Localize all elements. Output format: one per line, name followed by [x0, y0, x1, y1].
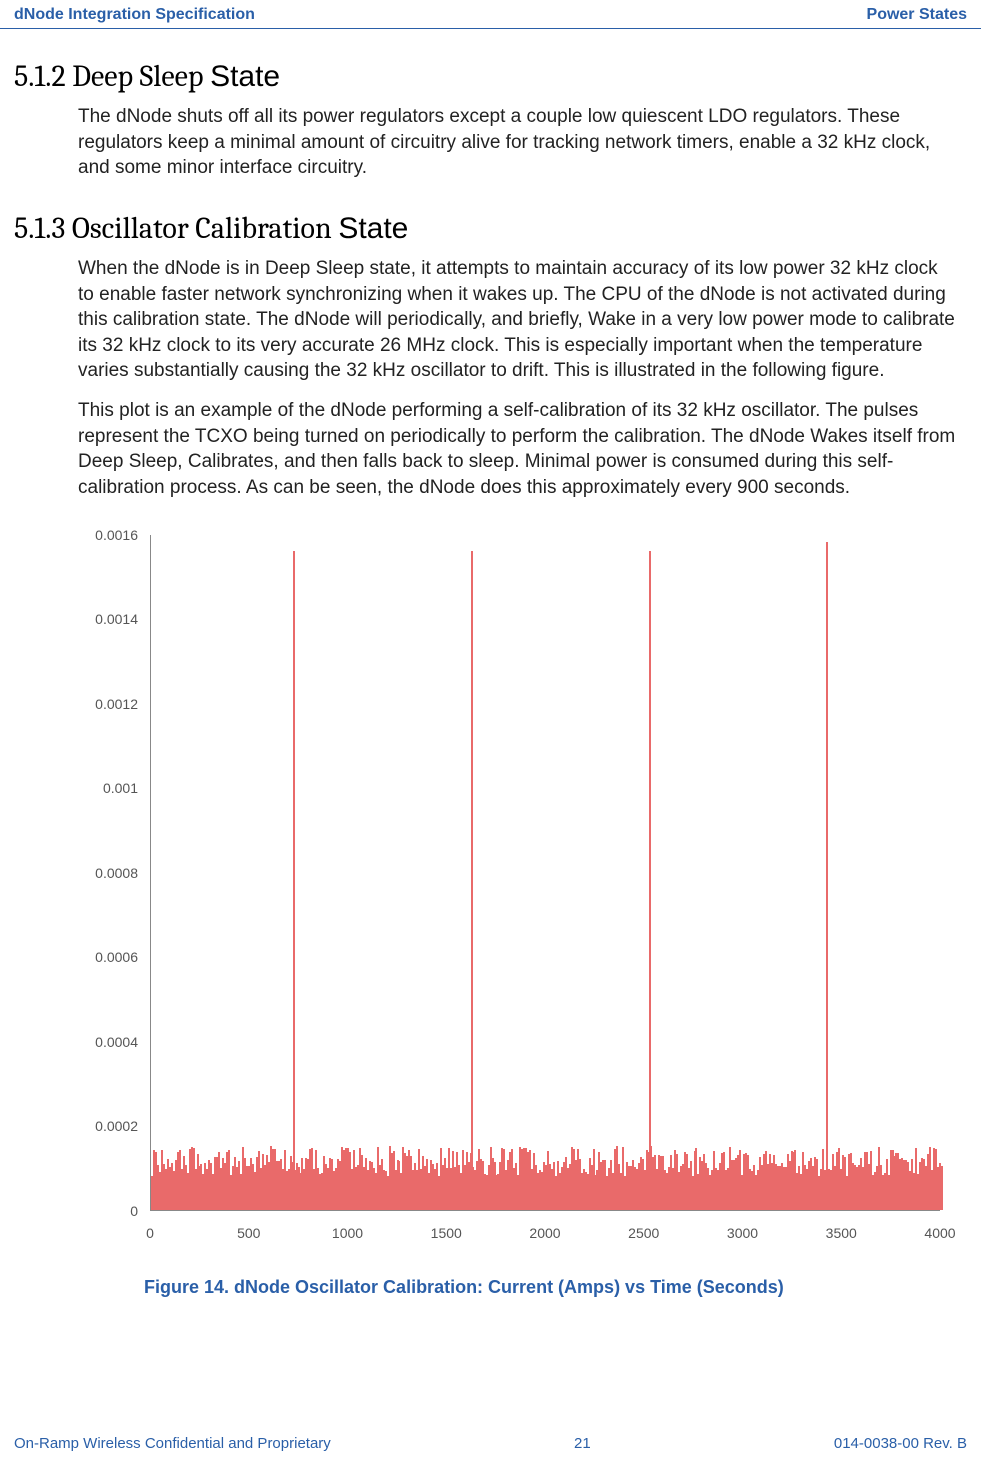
- header-left: dNode Integration Specification: [14, 6, 255, 24]
- x-tick-label: 0: [146, 1225, 154, 1241]
- figure-caption: Figure 14. dNode Oscillator Calibration:…: [144, 1277, 944, 1298]
- page-footer: On-Ramp Wireless Confidential and Propri…: [0, 1429, 981, 1462]
- paragraph: The dNode shuts off all its power regula…: [78, 104, 957, 181]
- x-tick-label: 4000: [924, 1225, 955, 1241]
- y-tick-label: 0.0014: [95, 611, 138, 627]
- y-tick-label: 0.0004: [95, 1034, 138, 1050]
- x-tick-label: 500: [237, 1225, 260, 1241]
- paragraph: This plot is an example of the dNode per…: [78, 398, 957, 501]
- section-number: 5.1.2: [14, 59, 66, 94]
- calibration-spike: [649, 551, 651, 1210]
- y-tick-label: 0.0008: [95, 865, 138, 881]
- footer-right: 014-0038-00 Rev. B: [834, 1435, 967, 1452]
- section-title-serif: Deep Sleep: [72, 59, 203, 94]
- plot-area: [150, 535, 940, 1211]
- y-tick-label: 0.001: [103, 780, 138, 796]
- section-number: 5.1.3: [14, 211, 65, 246]
- x-tick-label: 1500: [431, 1225, 462, 1241]
- section-title-sans: State: [338, 212, 408, 245]
- figure: 0 0.0002 0.0004 0.0006 0.0008 0.001 0.0012 0.00…: [74, 531, 944, 1298]
- calibration-spike: [826, 542, 828, 1210]
- x-tick-label: 3000: [727, 1225, 758, 1241]
- y-tick-label: 0.0002: [95, 1118, 138, 1134]
- footer-page-number: 21: [574, 1435, 591, 1452]
- chart: 0 0.0002 0.0004 0.0006 0.0008 0.001 0.0012 0.00…: [74, 531, 944, 1251]
- paragraph: When the dNode is in Deep Sleep state, i…: [78, 256, 957, 384]
- section-title-sans: State: [210, 60, 280, 93]
- y-tick-label: 0.0006: [95, 949, 138, 965]
- calibration-spike: [293, 551, 295, 1210]
- y-tick-label: 0: [130, 1203, 138, 1219]
- y-axis-labels: 00.00020.00040.00060.00080.0010.00120.00…: [74, 531, 144, 1211]
- section-heading-5-1-2: 5.1.2 Deep Sleep State: [14, 59, 967, 94]
- y-tick-label: 0.0016: [95, 527, 138, 543]
- header-right: Power States: [867, 6, 967, 24]
- x-tick-label: 2500: [628, 1225, 659, 1241]
- section-heading-5-1-3: 5.1.3 Oscillator Calibration State: [14, 211, 967, 246]
- y-tick-label: 0.0012: [95, 696, 138, 712]
- x-axis-labels: 05001000150020002500300035004000: [150, 1221, 940, 1251]
- footer-left: On-Ramp Wireless Confidential and Propri…: [14, 1435, 331, 1452]
- x-tick-label: 1000: [332, 1225, 363, 1241]
- page-content: 5.1.2 Deep Sleep State The dNode shuts o…: [0, 59, 981, 1298]
- x-tick-label: 3500: [826, 1225, 857, 1241]
- page-header: dNode Integration Specification Power St…: [0, 0, 981, 29]
- calibration-spike: [471, 551, 473, 1210]
- x-tick-label: 2000: [529, 1225, 560, 1241]
- section-title-serif: Oscillator Calibration: [72, 211, 332, 246]
